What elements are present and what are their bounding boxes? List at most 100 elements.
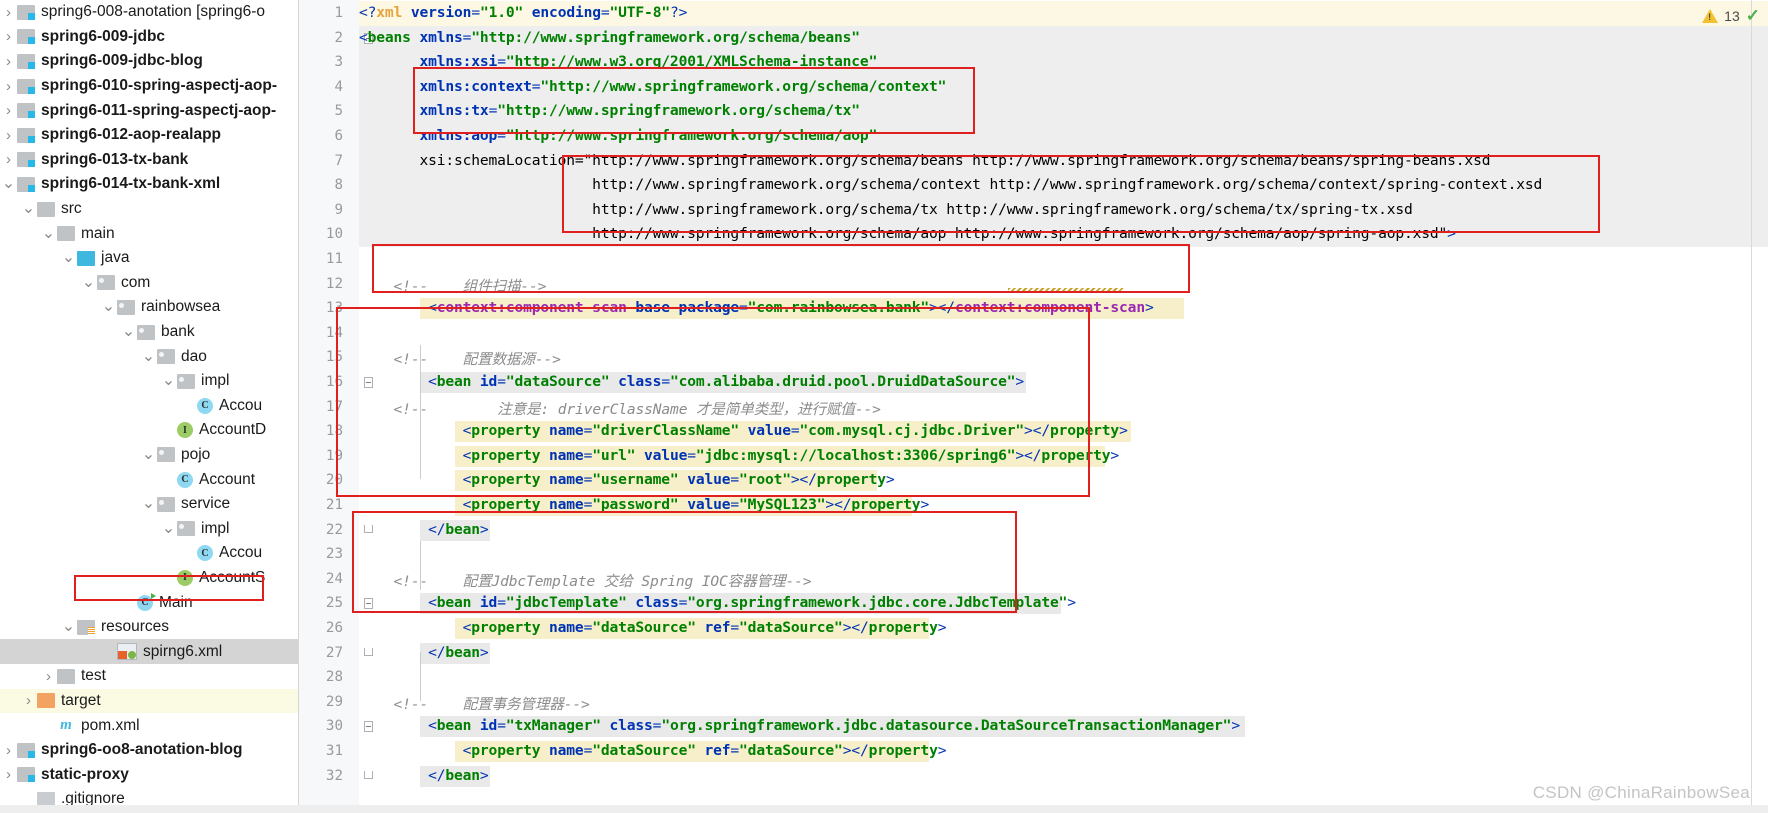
tree-item-spring6-009-jdbc-blog[interactable]: › spring6-009-jdbc-blog (0, 49, 298, 74)
tree-item-label: static-proxy (41, 765, 129, 783)
code-line[interactable]: <property name="password" value="MySQL12… (359, 496, 930, 513)
tree-item-spring6-009-jdbc[interactable]: › spring6-009-jdbc (0, 25, 298, 50)
chevron-right-icon[interactable]: › (0, 743, 17, 758)
chevron-right-icon[interactable]: › (0, 5, 17, 20)
tree-item-accounts[interactable]: I AccountS (0, 566, 298, 591)
tree-item-spring6-011-spring-aspectj-aop[interactable]: › spring6-011-spring-aspectj-aop- (0, 98, 298, 123)
tree-item-spirng6-xml[interactable]: spirng6.xml (0, 639, 298, 665)
tree-item-spring6-013-tx-bank[interactable]: › spring6-013-tx-bank (0, 148, 298, 173)
tree-item-label: dao (181, 347, 207, 365)
tree-item-static-proxy[interactable]: › static-proxy (0, 762, 298, 787)
line-number: 2 (334, 29, 343, 46)
code-line[interactable]: xmlns:aop="http://www.springframework.or… (359, 127, 877, 144)
module-folder-icon (17, 152, 35, 168)
code-line[interactable]: </bean> (359, 521, 489, 538)
inspection-status-badge[interactable]: 13 ✓ (1702, 6, 1760, 26)
tree-item-target[interactable]: › target (0, 688, 298, 714)
chevron-right-icon[interactable]: › (20, 693, 37, 708)
tree-item-rainbowsea[interactable]: ⌄ rainbowsea (0, 295, 298, 320)
package-icon (97, 275, 115, 291)
tree-item-pom-xml[interactable]: m pom.xml (0, 713, 298, 738)
tree-item-service[interactable]: ⌄ service (0, 492, 298, 517)
chevron-down-icon[interactable]: ⌄ (140, 496, 157, 512)
tree-item-accou[interactable]: C Accou (0, 394, 298, 419)
code-line[interactable]: xmlns:context="http://www.springframewor… (359, 78, 946, 95)
code-line[interactable]: http://www.springframework.org/schema/co… (359, 176, 1542, 193)
code-editor[interactable]: 1 <?xml version="1.0" encoding="UTF-8"?> 2… (299, 0, 1768, 813)
chevron-down-icon[interactable]: ⌄ (120, 324, 137, 340)
code-line[interactable]: <!-- 配置数据源--> (359, 348, 561, 369)
line-number: 14 (325, 324, 343, 341)
no-chevron (160, 572, 177, 584)
tree-item-impl[interactable]: ⌄ impl (0, 369, 298, 394)
chevron-down-icon[interactable]: ⌄ (40, 225, 57, 241)
code-line[interactable]: <property name="username" value="root"><… (359, 471, 895, 488)
tree-item-resources[interactable]: ⌄ resources (0, 615, 298, 640)
code-line[interactable]: <property name="dataSource" ref="dataSou… (359, 742, 947, 759)
code-line[interactable]: http://www.springframework.org/schema/ao… (359, 225, 1456, 242)
code-line[interactable]: <!-- 配置事务管理器--> (359, 693, 590, 714)
line-number: 12 (325, 275, 343, 292)
code-line[interactable]: <property name="driverClassName" value="… (359, 422, 1128, 439)
chevron-right-icon[interactable]: › (0, 152, 17, 167)
code-line[interactable]: <context:component-scan base-package="co… (359, 299, 1154, 316)
chevron-down-icon[interactable]: ⌄ (100, 299, 117, 315)
chevron-right-icon[interactable]: › (0, 128, 17, 143)
tree-item-pojo[interactable]: ⌄ pojo (0, 443, 298, 468)
chevron-right-icon[interactable]: › (40, 669, 57, 684)
chevron-right-icon[interactable]: › (0, 103, 17, 118)
tree-item-src[interactable]: ⌄ src (0, 197, 298, 222)
code-line[interactable]: <!-- 配置JdbcTemplate 交给 Spring IOC容器管理--> (359, 570, 812, 591)
package-icon (157, 447, 175, 463)
indent-guide (420, 345, 421, 479)
project-tree-panel[interactable]: › spring6-008-anotation [spring6-o › spring… (0, 0, 299, 813)
code-line[interactable]: http://www.springframework.org/schema/tx… (359, 201, 1413, 218)
tree-item-test[interactable]: › test (0, 664, 298, 689)
chevron-down-icon[interactable]: ⌄ (160, 373, 177, 389)
code-line[interactable]: xmlns:xsi="http://www.w3.org/2001/XMLSch… (359, 53, 877, 70)
chevron-right-icon[interactable]: › (0, 79, 17, 94)
tree-item-spring6-014-tx-bank-xml[interactable]: ⌄ spring6-014-tx-bank-xml (0, 172, 298, 197)
code-line[interactable]: <?xml version="1.0" encoding="UTF-8"?> (359, 4, 687, 21)
tree-item-account[interactable]: C Account (0, 467, 298, 492)
tree-item-spring6-008-anotation-spring6-o[interactable]: › spring6-008-anotation [spring6-o (0, 0, 298, 25)
code-line[interactable]: <!-- 组件扫描--> (359, 275, 547, 296)
chevron-down-icon[interactable]: ⌄ (160, 520, 177, 536)
chevron-right-icon[interactable]: › (0, 29, 17, 44)
chevron-down-icon[interactable]: ⌄ (140, 446, 157, 462)
code-line[interactable]: <bean id="dataSource" class="com.alibaba… (359, 373, 1024, 390)
tree-item-impl[interactable]: ⌄ impl (0, 516, 298, 541)
tree-item-label: spirng6.xml (143, 642, 223, 660)
chevron-right-icon[interactable]: › (0, 767, 17, 782)
code-line[interactable]: </bean> (359, 767, 489, 784)
tree-item-main[interactable]: ⌄ main (0, 221, 298, 246)
chevron-right-icon[interactable]: › (0, 54, 17, 69)
code-line[interactable]: xmlns:tx="http://www.springframework.org… (359, 102, 860, 119)
tree-item-spring6-012-aop-realapp[interactable]: › spring6-012-aop-realapp (0, 123, 298, 148)
tree-item-spring6-oo8-anotation-blog[interactable]: › spring6-oo8-anotation-blog (0, 738, 298, 763)
tree-item-bank[interactable]: ⌄ bank (0, 320, 298, 345)
tree-item-spring6-010-spring-aspectj-aop[interactable]: › spring6-010-spring-aspectj-aop- (0, 74, 298, 99)
tree-item-accou[interactable]: C Accou (0, 541, 298, 566)
chevron-down-icon[interactable]: ⌄ (20, 201, 37, 217)
code-line[interactable]: <!-- 注意是: driverClassName 才是简单类型，进行赋值--> (359, 398, 881, 419)
tree-item-accountd[interactable]: I AccountD (0, 418, 298, 443)
code-line[interactable]: <property name="dataSource" ref="dataSou… (359, 619, 947, 636)
code-line[interactable]: <bean id="jdbcTemplate" class="org.sprin… (359, 594, 1076, 611)
tree-item-java[interactable]: ⌄ java (0, 246, 298, 271)
tree-item-label: Accou (219, 396, 263, 414)
code-line[interactable]: </bean> (359, 644, 489, 661)
code-line[interactable]: <beans xmlns="http://www.springframework… (359, 29, 860, 46)
line-number: 1 (334, 5, 343, 21)
tree-item-dao[interactable]: ⌄ dao (0, 344, 298, 369)
code-line[interactable]: <bean id="txManager" class="org.springfr… (359, 717, 1240, 734)
code-line[interactable]: <property name="url" value="jdbc:mysql:/… (359, 447, 1120, 464)
chevron-down-icon[interactable]: ⌄ (60, 250, 77, 266)
chevron-down-icon[interactable]: ⌄ (0, 176, 17, 192)
tree-item-com[interactable]: ⌄ com (0, 271, 298, 296)
chevron-down-icon[interactable]: ⌄ (60, 619, 77, 635)
chevron-down-icon[interactable]: ⌄ (80, 274, 97, 290)
tree-item-main[interactable]: C Main (0, 590, 298, 615)
code-line[interactable]: xsi:schemaLocation="http://www.springfra… (359, 152, 1490, 169)
chevron-down-icon[interactable]: ⌄ (140, 348, 157, 364)
